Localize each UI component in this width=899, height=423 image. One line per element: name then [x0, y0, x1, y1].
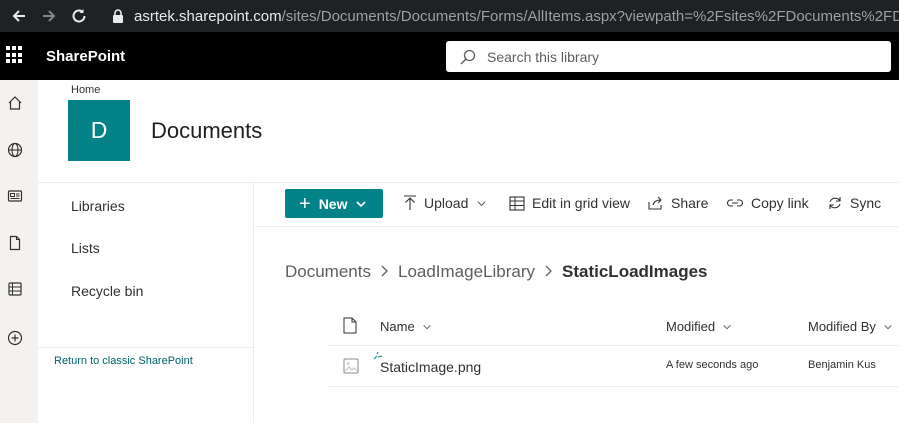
breadcrumb-item-documents[interactable]: Documents	[285, 262, 371, 282]
site-logo[interactable]: D	[68, 100, 130, 161]
nav-divider	[38, 347, 254, 348]
globe-icon[interactable]	[5, 140, 25, 160]
app-launcher-icon[interactable]	[6, 46, 24, 64]
column-header-modified[interactable]: Modified	[666, 319, 732, 334]
nav-item-libraries[interactable]: Libraries	[71, 198, 125, 214]
chevron-right-icon	[380, 264, 389, 280]
page-title: Documents	[151, 118, 263, 143]
breadcrumb-current: StaticLoadImages	[562, 262, 708, 281]
forward-arrow-icon[interactable]	[38, 5, 60, 27]
list-header: Name Modified Modified By	[328, 308, 899, 346]
new-button-label: New	[318, 195, 348, 212]
chevron-down-icon	[723, 324, 731, 329]
column-modified-by-label: Modified By	[808, 319, 876, 334]
search-input[interactable]: Search this library	[487, 49, 599, 65]
url-path: /sites/Documents/Documents/Forms/AllItem…	[281, 7, 899, 25]
chevron-right-icon	[544, 264, 553, 280]
edit-grid-view-button[interactable]: Edit in grid view	[509, 195, 630, 211]
share-icon	[648, 196, 662, 210]
share-label: Share	[671, 195, 709, 211]
upload-button[interactable]: Upload	[403, 195, 487, 211]
column-name-label: Name	[380, 319, 415, 334]
back-arrow-icon[interactable]	[8, 5, 30, 27]
chevron-down-icon	[884, 324, 892, 329]
breadcrumb: Documents LoadImageLibrary StaticLoadIma…	[285, 262, 708, 282]
image-file-icon	[343, 358, 359, 374]
sync-button[interactable]: Sync	[827, 195, 881, 211]
chevron-down-icon	[477, 200, 486, 206]
nav-item-recycle-bin[interactable]: Recycle bin	[71, 283, 143, 299]
app-rail	[0, 80, 38, 423]
address-bar[interactable]: asrtek.sharepoint.com/sites/Documents/Do…	[112, 5, 899, 27]
column-header-modified-by[interactable]: Modified By	[808, 319, 893, 334]
table-row[interactable]: StaticImage.png A few seconds ago Benjam…	[328, 347, 899, 387]
list-icon[interactable]	[5, 279, 25, 299]
search-icon	[460, 49, 476, 64]
sync-icon	[829, 197, 841, 209]
return-to-classic-link[interactable]: Return to classic SharePoint	[54, 355, 193, 367]
column-modified-label: Modified	[666, 319, 716, 334]
modified-by-value[interactable]: Benjamin Kus	[808, 359, 876, 371]
chevron-down-icon	[423, 324, 431, 329]
share-button[interactable]: Share	[648, 195, 708, 211]
command-bar: + New Upload Edit in grid view Share Cop…	[255, 183, 899, 227]
reload-icon[interactable]	[68, 5, 90, 27]
file-name-link[interactable]: StaticImage.png	[380, 359, 481, 375]
suite-bar: SharePoint Search this library	[0, 32, 899, 80]
link-icon	[727, 199, 743, 207]
breadcrumb-item-loadimagelibrary[interactable]: LoadImageLibrary	[398, 262, 535, 282]
left-nav: Libraries Lists Recycle bin Return to cl…	[38, 183, 254, 423]
new-button[interactable]: + New	[285, 189, 383, 218]
nav-item-lists[interactable]: Lists	[71, 240, 100, 256]
url-host: asrtek.sharepoint.com	[134, 7, 282, 25]
home-icon[interactable]	[5, 93, 25, 113]
column-header-name[interactable]: Name	[380, 319, 432, 334]
upload-label: Upload	[424, 195, 469, 211]
app-name[interactable]: SharePoint	[46, 48, 125, 65]
file-type-icon[interactable]	[343, 317, 357, 334]
sync-label: Sync	[850, 195, 882, 211]
create-icon[interactable]	[5, 328, 25, 348]
lock-icon	[112, 8, 124, 24]
browser-toolbar: asrtek.sharepoint.com/sites/Documents/Do…	[0, 0, 899, 32]
edit-grid-view-label: Edit in grid view	[532, 195, 631, 211]
search-box[interactable]: Search this library	[446, 41, 891, 72]
home-link[interactable]: Home	[71, 84, 100, 96]
file-icon[interactable]	[5, 233, 25, 253]
copy-link-button[interactable]: Copy link	[726, 195, 809, 211]
grid-icon	[509, 195, 525, 211]
news-icon[interactable]	[5, 186, 25, 206]
copy-link-label: Copy link	[751, 195, 809, 211]
upload-icon	[404, 195, 416, 210]
plus-icon: +	[299, 192, 311, 215]
modified-value: A few seconds ago	[666, 359, 759, 371]
chevron-down-icon	[356, 200, 367, 207]
